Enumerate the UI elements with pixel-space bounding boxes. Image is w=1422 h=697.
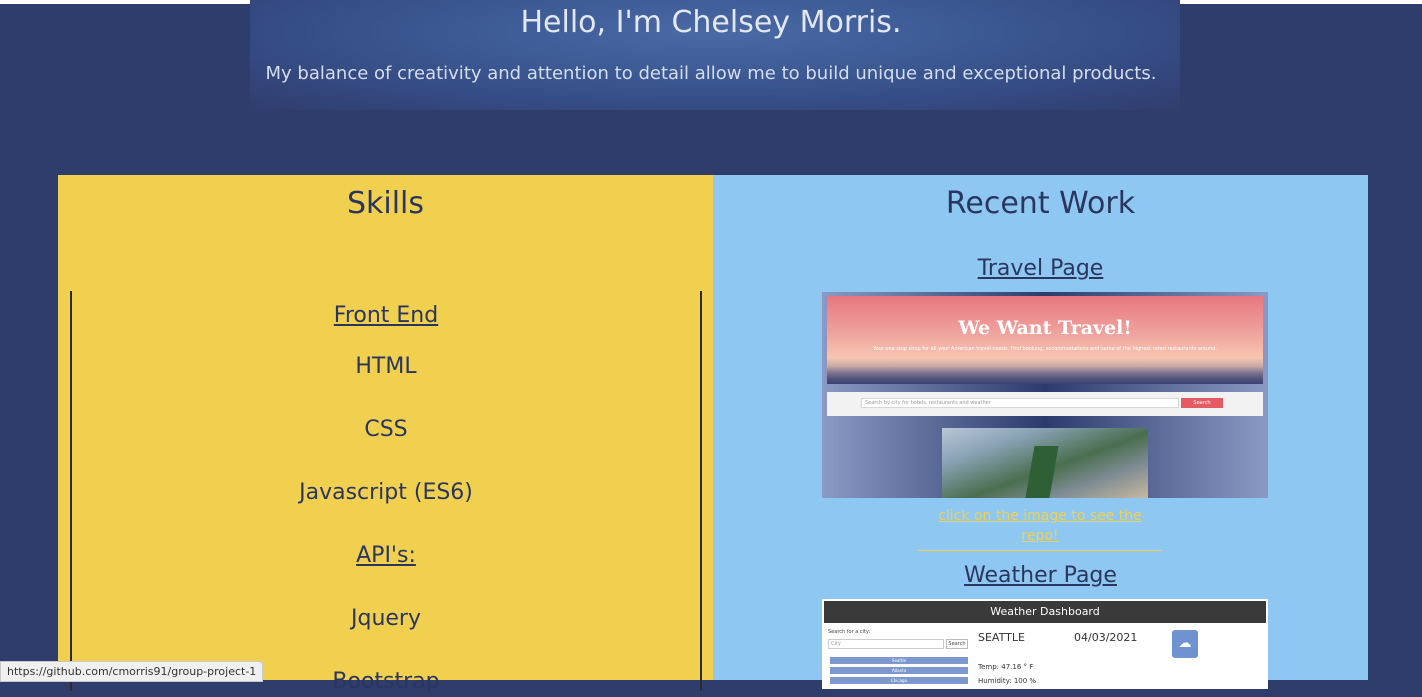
- weather-city-button: Chicago: [830, 677, 968, 684]
- hero-title: Hello, I'm Chelsey Morris.: [520, 5, 902, 40]
- skill-jquery: Jquery: [351, 606, 421, 631]
- weather-humidity: Humidity: 100 %: [978, 677, 1037, 685]
- weather-city-button: Seattle: [830, 657, 968, 664]
- travel-site-tagline: Your one stop shop for all your American…: [873, 346, 1217, 352]
- weather-page-link[interactable]: Weather Page: [713, 561, 1368, 591]
- recent-work-panel: Recent Work Travel Page We Want Travel! …: [713, 175, 1368, 689]
- weather-city-name: SEATTLE: [978, 631, 1025, 644]
- central-park-shape: [1025, 446, 1059, 498]
- recent-work-title: Recent Work: [945, 186, 1136, 221]
- mountain-silhouette: [827, 366, 1263, 384]
- travel-banner: We Want Travel! Your one stop shop for a…: [827, 296, 1263, 384]
- weather-search-label: Search for a city:: [828, 629, 871, 635]
- repo-note-link[interactable]: click on the image to see the repo!: [918, 506, 1162, 551]
- city-aerial-image: [942, 428, 1148, 498]
- skill-html: HTML: [355, 354, 417, 379]
- travel-page-link[interactable]: Travel Page: [713, 254, 1368, 284]
- travel-site-title: We Want Travel!: [958, 317, 1132, 339]
- travel-search-input: Search by city for hotels, restaurants a…: [861, 398, 1179, 408]
- skill-css: CSS: [364, 417, 408, 442]
- weather-search-button: Search: [946, 639, 968, 649]
- weather-dashboard-header: Weather Dashboard: [824, 601, 1266, 623]
- weather-project-screenshot[interactable]: Weather Dashboard Search for a city: Cit…: [822, 599, 1268, 689]
- front-end-heading: Front End: [333, 303, 439, 328]
- api-heading: API's:: [356, 543, 416, 568]
- cloud-icon: ☁: [1172, 630, 1198, 658]
- travel-search-button: Search: [1181, 398, 1223, 408]
- skill-javascript: Javascript (ES6): [299, 480, 473, 505]
- weather-city-input: City: [828, 639, 944, 649]
- link-hover-status-url: https://github.com/cmorris91/group-proje…: [0, 661, 264, 682]
- travel-project-screenshot[interactable]: We Want Travel! Your one stop shop for a…: [822, 292, 1268, 498]
- hero-subtitle: My balance of creativity and attention t…: [265, 63, 1157, 84]
- weather-temp: Temp: 47.16 ° F: [978, 663, 1034, 671]
- weather-city-button: Atlanta: [830, 667, 968, 674]
- skills-list: Front End HTML CSS Javascript (ES6) API'…: [70, 291, 702, 694]
- travel-search-bar: Search by city for hotels, restaurants a…: [827, 392, 1263, 416]
- skills-panel: Skills Front End HTML CSS Javascript (ES…: [58, 175, 713, 694]
- skills-title: Skills: [346, 186, 425, 221]
- weather-date: 04/03/2021: [1074, 631, 1138, 644]
